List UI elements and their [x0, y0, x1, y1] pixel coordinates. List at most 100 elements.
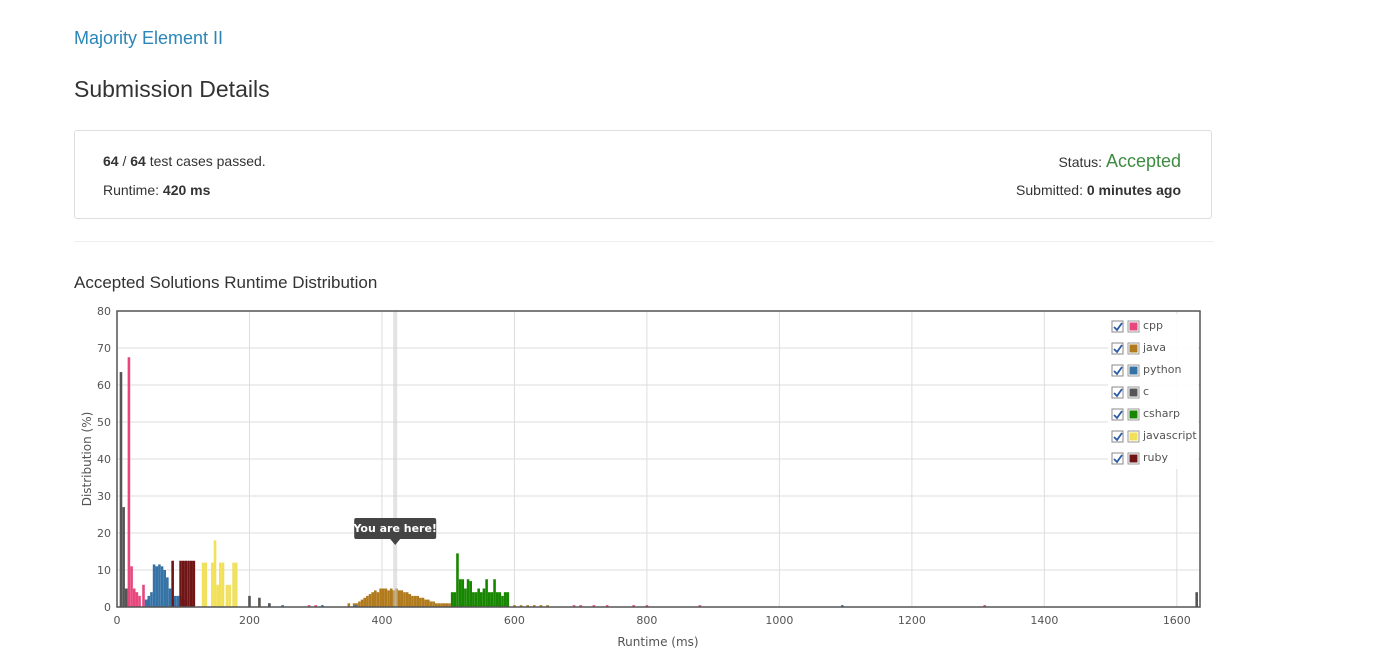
legend-swatch — [1129, 432, 1138, 441]
legend-item-java[interactable]: java — [1111, 341, 1166, 355]
x-ticks: 0 200 400 600 800 1000 1200 1400 1600 — [114, 614, 1191, 627]
submitted-summary: Submitted: 0 minutes ago — [1016, 182, 1181, 198]
bar-csharp — [458, 579, 462, 607]
bar-javascript — [216, 584, 219, 607]
submission-details-panel: 64 / 64 test cases passed. Runtime: 420 … — [74, 130, 1212, 219]
legend: cpp java python c csharp javascript ruby — [1108, 314, 1198, 469]
bar-java — [384, 588, 388, 607]
bar-csharp — [466, 579, 470, 607]
bar-csharp — [469, 581, 473, 607]
x-tick-label: 0 — [114, 614, 121, 627]
bar-ruby — [189, 560, 193, 607]
x-tick-label: 1600 — [1163, 614, 1191, 627]
bar-javascript — [225, 584, 229, 607]
bar-csharp — [480, 592, 483, 607]
x-tick-label: 800 — [636, 614, 657, 627]
bar-cpp — [142, 584, 145, 607]
y-tick-label: 80 — [97, 305, 111, 318]
bar-java — [408, 594, 412, 607]
legend-item-c[interactable]: c — [1111, 385, 1149, 399]
bar-python — [166, 577, 169, 607]
bar-ruby — [181, 560, 185, 607]
legend-label: csharp — [1143, 407, 1180, 420]
legend-item-cpp[interactable]: cpp — [1111, 319, 1163, 333]
submitted-value: 0 minutes ago — [1086, 182, 1181, 198]
bar-python — [176, 595, 180, 607]
y-tick-label: 20 — [97, 527, 111, 540]
bar-javascript — [213, 540, 217, 607]
legend-label: java — [1142, 341, 1166, 354]
bar-csharp — [506, 592, 510, 607]
y-tick-label: 70 — [97, 342, 111, 355]
tooltip-label: You are here! — [352, 522, 437, 535]
x-tick-label: 1400 — [1030, 614, 1058, 627]
bar-c — [258, 597, 261, 607]
bar-python — [163, 570, 166, 607]
tests-total: 64 — [130, 153, 146, 169]
current-runtime-marker — [393, 311, 398, 607]
bar-csharp — [450, 592, 454, 607]
bar-java — [381, 588, 385, 607]
bar-c — [122, 507, 125, 607]
x-tick-label: 600 — [504, 614, 525, 627]
bar-python — [168, 588, 172, 607]
x-tick-label: 200 — [239, 614, 260, 627]
bar-java — [389, 588, 393, 607]
bar-java — [413, 595, 417, 607]
bar-java — [416, 595, 420, 607]
bar-python — [173, 595, 177, 607]
page-title: Submission Details — [74, 76, 270, 102]
legend-swatch — [1129, 322, 1138, 331]
runtime-summary: Runtime: 420 ms — [103, 182, 210, 198]
submitted-label: Submitted: — [1016, 182, 1087, 198]
bar-ruby — [171, 560, 174, 607]
y-tick-label: 0 — [104, 601, 111, 614]
bar-java — [424, 599, 427, 607]
tests-passed: 64 — [103, 153, 119, 169]
status-label: Status: — [1058, 154, 1106, 170]
bar-c — [124, 588, 128, 607]
x-tick-label: 1000 — [765, 614, 793, 627]
bar-javascript — [232, 562, 235, 607]
bar-csharp — [456, 553, 459, 607]
y-ticks: 0 10 20 30 40 50 60 70 80 — [97, 305, 111, 614]
bar-java — [427, 599, 430, 607]
status-badge: Accepted — [1105, 151, 1181, 171]
chart-section-title: Accepted Solutions Runtime Distribution — [74, 273, 378, 292]
bar-java — [387, 590, 390, 607]
bar-python — [144, 599, 148, 607]
bar-csharp — [493, 579, 496, 607]
bar-java — [374, 590, 377, 607]
x-tick-label: 400 — [371, 614, 392, 627]
bar-java — [358, 601, 361, 607]
bar-java — [360, 599, 364, 607]
bar-ruby — [187, 560, 190, 607]
problem-title-link[interactable]: Majority Element II — [74, 28, 223, 49]
bar-java — [376, 592, 380, 607]
section-divider — [74, 241, 1214, 242]
bar-java — [405, 592, 409, 607]
bar-csharp — [487, 592, 491, 607]
bar-python — [152, 564, 156, 607]
bar-javascript — [221, 562, 225, 607]
bar-java — [363, 597, 367, 607]
bar-python — [147, 595, 151, 607]
bar-java — [366, 595, 369, 607]
legend-item-python[interactable]: python — [1111, 363, 1182, 377]
bar-java — [379, 588, 382, 607]
bar-java — [432, 601, 435, 607]
bar-csharp — [461, 579, 465, 607]
bar-javascript — [219, 562, 222, 607]
bar-javascript — [234, 562, 238, 607]
bar-cpp — [132, 588, 136, 607]
bar-cpp — [138, 595, 141, 607]
legend-item-csharp[interactable]: csharp — [1111, 407, 1180, 421]
bar-csharp — [498, 592, 502, 607]
y-tick-label: 50 — [97, 416, 111, 429]
legend-swatch — [1129, 454, 1138, 463]
bar-python — [150, 592, 153, 607]
bar-java — [429, 601, 433, 607]
legend-swatch — [1129, 410, 1138, 419]
legend-swatch — [1129, 366, 1138, 375]
y-tick-label: 40 — [97, 453, 111, 466]
